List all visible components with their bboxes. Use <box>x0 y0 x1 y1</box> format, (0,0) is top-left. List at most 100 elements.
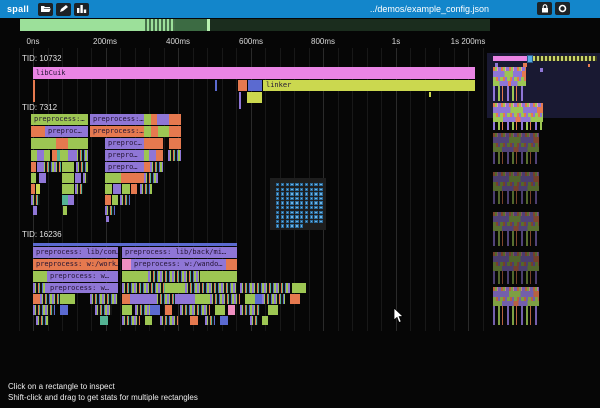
flame-bar[interactable] <box>68 138 88 149</box>
tiny-event-rect[interactable] <box>305 201 308 204</box>
flame-bar[interactable] <box>75 173 81 183</box>
tiny-event-rect[interactable] <box>295 211 298 214</box>
tiny-event-rect[interactable] <box>300 206 303 209</box>
flame-bar[interactable] <box>292 283 306 293</box>
flame-bar[interactable] <box>150 162 163 172</box>
tiny-event-rect[interactable] <box>281 224 284 227</box>
flame-bar[interactable] <box>105 206 115 215</box>
tiny-event-rect[interactable] <box>295 215 298 218</box>
tiny-event-rect[interactable] <box>314 201 317 204</box>
flame-bar[interactable] <box>158 126 169 137</box>
flame-bar[interactable] <box>144 173 158 183</box>
flame-bar[interactable] <box>36 316 48 325</box>
flame-bar[interactable] <box>40 294 60 304</box>
flame-bar[interactable] <box>215 80 217 91</box>
flame-bar[interactable] <box>68 195 74 205</box>
flame-bar[interactable] <box>200 271 237 282</box>
flame-bar[interactable] <box>113 184 121 194</box>
tiny-event-rect[interactable] <box>281 211 284 214</box>
tiny-event-rect[interactable] <box>305 206 308 209</box>
tiny-event-rect[interactable] <box>310 201 313 204</box>
flame-bar[interactable]: libCuik <box>33 67 475 79</box>
tiny-event-rect[interactable] <box>276 224 279 227</box>
tiny-event-rect[interactable] <box>319 183 322 186</box>
flame-bar[interactable] <box>31 195 40 205</box>
tiny-event-rect[interactable] <box>286 224 289 227</box>
flame-bar[interactable] <box>180 305 210 315</box>
flame-bar[interactable] <box>100 316 108 325</box>
tiny-event-rect[interactable] <box>290 183 293 186</box>
tiny-event-rect[interactable] <box>290 211 293 214</box>
flame-bar[interactable] <box>33 80 35 102</box>
flame-bar[interactable] <box>33 305 55 315</box>
flame-bar[interactable] <box>205 316 215 325</box>
tiny-event-rect[interactable] <box>300 197 303 200</box>
tiny-event-rect[interactable] <box>295 201 298 204</box>
flame-bar[interactable] <box>149 150 156 161</box>
tiny-event-rect[interactable] <box>290 201 293 204</box>
flame-bar[interactable] <box>36 184 40 194</box>
flame-bar[interactable] <box>63 206 67 215</box>
tiny-event-rect[interactable] <box>281 220 284 223</box>
flame-bar[interactable] <box>31 162 36 172</box>
tiny-event-rect[interactable] <box>314 206 317 209</box>
tiny-event-rect[interactable] <box>290 197 293 200</box>
tiny-event-rect[interactable] <box>310 211 313 214</box>
tiny-event-rect[interactable] <box>286 188 289 191</box>
tiny-event-rect[interactable] <box>314 183 317 186</box>
flame-bar[interactable]: prepro… <box>105 162 144 172</box>
flame-bar[interactable] <box>106 216 109 222</box>
tiny-event-rect[interactable] <box>314 220 317 223</box>
flame-bar[interactable] <box>150 305 160 315</box>
flame-bar[interactable]: preprocess: w… <box>47 283 118 293</box>
flame-bar[interactable] <box>83 173 88 183</box>
tiny-event-rect[interactable] <box>295 192 298 195</box>
tiny-event-rect[interactable] <box>276 220 279 223</box>
flame-bar[interactable] <box>75 150 88 161</box>
tiny-event-rect[interactable] <box>295 224 298 227</box>
flame-bar[interactable] <box>165 305 172 315</box>
flame-bar[interactable] <box>262 294 285 304</box>
flame-bar[interactable]: prepro… <box>105 150 144 161</box>
tiny-event-rect[interactable] <box>319 192 322 195</box>
tiny-event-rect[interactable] <box>295 206 298 209</box>
lock-button[interactable] <box>537 2 552 15</box>
flame-bar[interactable]: preproc… <box>45 126 88 137</box>
tiny-event-rect[interactable] <box>310 206 313 209</box>
flame-bar[interactable]: preprocess: w:/wando… <box>131 259 226 270</box>
flame-bar[interactable]: preprocess: lib/back/mi… <box>122 247 237 258</box>
flame-bar[interactable] <box>56 138 68 149</box>
flame-bar[interactable] <box>122 305 132 315</box>
flame-bar[interactable] <box>37 150 44 161</box>
flame-bar[interactable] <box>140 184 152 194</box>
flame-bar[interactable]: preprocess:… <box>90 114 144 125</box>
flame-bar[interactable] <box>245 294 255 304</box>
tiny-event-rect[interactable] <box>300 183 303 186</box>
flame-bar[interactable] <box>122 316 140 325</box>
flame-bar[interactable] <box>144 126 151 137</box>
flame-bar[interactable] <box>169 126 181 137</box>
flame-bar[interactable] <box>33 206 37 215</box>
flame-bar[interactable] <box>122 259 131 270</box>
flame-bar[interactable]: preprocess: lib/com… <box>33 247 118 258</box>
flame-bar[interactable] <box>31 138 56 149</box>
flame-bar[interactable] <box>62 184 74 194</box>
flame-bar[interactable] <box>175 294 195 304</box>
flame-bar[interactable] <box>239 92 241 109</box>
tiny-event-rect[interactable] <box>276 211 279 214</box>
tiny-event-rect[interactable] <box>286 206 289 209</box>
tiny-event-rect[interactable] <box>310 215 313 218</box>
open-file-button[interactable] <box>38 3 53 16</box>
tiny-event-rect[interactable] <box>281 197 284 200</box>
tiny-event-rect[interactable] <box>314 188 317 191</box>
flame-bar[interactable] <box>255 294 262 304</box>
flame-bar[interactable] <box>60 305 68 315</box>
flame-bar[interactable] <box>144 138 163 149</box>
flame-bar[interactable]: preprocess:… <box>31 114 88 125</box>
tiny-event-rect[interactable] <box>305 192 308 195</box>
tiny-event-rect[interactable] <box>295 220 298 223</box>
flame-bar[interactable] <box>31 126 45 137</box>
flame-bar[interactable] <box>105 184 112 194</box>
flame-bar[interactable] <box>76 162 88 172</box>
flame-bar[interactable] <box>75 184 83 194</box>
